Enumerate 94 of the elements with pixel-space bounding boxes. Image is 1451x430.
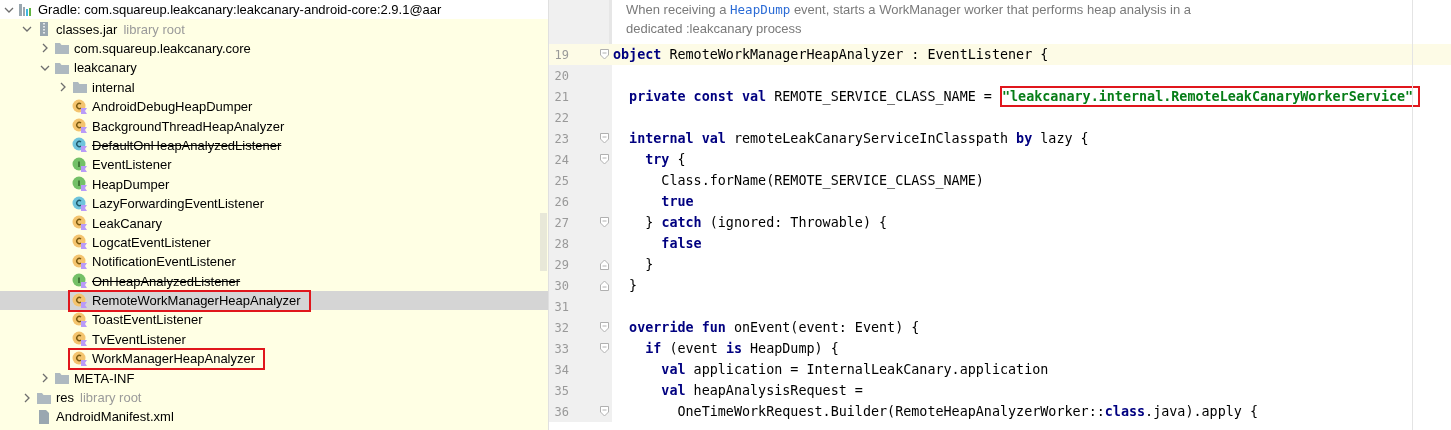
class-icon (72, 350, 88, 367)
code-line: try { (644, 152, 686, 167)
fold-icon[interactable] (600, 49, 609, 60)
code-line: val application = InternalLeakCanary.application (660, 362, 1049, 377)
code-line: override fun onEvent(event: Event) { (628, 320, 920, 335)
folder-icon (36, 390, 52, 405)
tree-item[interactable]: EventListener (92, 157, 172, 173)
class-icon (72, 253, 88, 270)
folder-icon (54, 371, 70, 386)
line-number: 33 (553, 341, 569, 356)
fold-icon[interactable] (600, 154, 609, 165)
fold-icon[interactable] (600, 217, 609, 228)
line-number: 28 (553, 236, 569, 251)
chevron-icon[interactable] (40, 43, 50, 54)
tree-item[interactable]: DefaultOnHeapAnalyzedListener (92, 137, 282, 153)
line-number: 25 (553, 173, 569, 188)
fold-icon[interactable] (600, 322, 609, 333)
file-icon (36, 409, 52, 424)
tree-item[interactable]: TvEventListener (92, 331, 186, 347)
code-line: if (event is HeapDump) { (644, 341, 839, 356)
tree-item[interactable]: LeakCanary (92, 215, 163, 231)
scrollbar-thumb[interactable] (540, 213, 547, 271)
tree-item[interactable]: classes.jar (56, 21, 118, 37)
code-line: true (660, 194, 694, 209)
tree-item[interactable]: LogcatEventListener (92, 234, 211, 250)
class-icon (72, 292, 88, 309)
class-icon (72, 311, 88, 328)
folder-icon (54, 60, 70, 75)
tree-item[interactable]: RemoteWorkManagerHeapAnalyzer (92, 293, 301, 309)
highlighted-string: "leakcanary.internal.RemoteLeakCanaryWorkerService" (1000, 86, 1421, 107)
tree-item[interactable]: WorkManagerHeapAnalyzer (92, 351, 256, 367)
folder-icon (72, 80, 88, 95)
code-line: false (660, 236, 702, 251)
code-line: OneTimeWorkRequest.Builder(RemoteHeapAnalyzerWorker::class.java).apply { (676, 404, 1258, 419)
code-line: object RemoteWorkManagerHeapAnalyzer : EventListener { (613, 47, 1049, 62)
line-number: 35 (553, 383, 569, 398)
class-icon (72, 98, 88, 115)
tree-item[interactable]: OnHeapAnalyzedListener (92, 273, 241, 289)
tree-item[interactable]: com.squareup.leakcanary.core (74, 41, 251, 56)
line-number: 36 (553, 404, 569, 419)
tree-item[interactable]: LazyForwardingEventListener (92, 196, 264, 212)
line-number: 22 (553, 110, 569, 125)
selected-row[interactable]: RemoteWorkManagerHeapAnalyzer (0, 290, 548, 311)
line-number: 29 (553, 257, 569, 272)
class-icon (72, 331, 88, 348)
line-number: 19 (553, 47, 569, 62)
tree-item[interactable]: BackgroundThreadHeapAnalyzer (92, 118, 285, 134)
tree-item[interactable]: HeapDumper (92, 176, 170, 192)
chevron-icon[interactable] (58, 82, 68, 93)
tree-item[interactable]: res (56, 390, 75, 405)
fold-icon[interactable] (600, 280, 609, 291)
fold-icon[interactable] (600, 343, 609, 354)
class-icon (72, 118, 88, 135)
library-icon (18, 2, 34, 17)
class-icon (72, 176, 88, 193)
gutter-background (549, 0, 612, 44)
code-line: val heapAnalysisRequest = (660, 383, 863, 398)
code-line: } (628, 278, 638, 293)
folder-icon (54, 41, 70, 56)
line-number: 20 (553, 68, 569, 83)
line-number: 27 (553, 215, 569, 230)
chevron-icon[interactable] (22, 392, 32, 403)
fold-icon[interactable] (600, 133, 609, 144)
code-line: private const val REMOTE_SERVICE_CLASS_NAME = (628, 89, 993, 104)
class-icon (72, 156, 88, 173)
line-number: 24 (553, 152, 569, 167)
line-number: 21 (553, 89, 569, 104)
class-icon (72, 195, 88, 212)
class-icon (72, 234, 88, 251)
line-number: 23 (553, 131, 569, 146)
item-hint: library root (80, 390, 142, 405)
tree-item[interactable]: AndroidManifest.xml (56, 409, 174, 425)
class-icon (72, 215, 88, 231)
fold-icon[interactable] (600, 259, 609, 270)
tree-item[interactable]: ToastEventListener (92, 312, 203, 328)
code-line: } catch (ignored: Throwable) { (644, 215, 888, 230)
line-number: 31 (553, 299, 569, 314)
line-number: 26 (553, 194, 569, 209)
code-line: Class.forName(REMOTE_SERVICE_CLASS_NAME) (660, 173, 984, 188)
line-number: 34 (553, 362, 569, 377)
line-number: 32 (553, 320, 569, 335)
tree-item[interactable]: leakcanary (74, 60, 137, 76)
fold-icon[interactable] (600, 406, 609, 417)
tree-item[interactable]: META-INF (74, 370, 135, 386)
class-icon (72, 137, 88, 154)
tree-item[interactable]: NotificationEventListener (92, 254, 236, 270)
tree-item[interactable]: internal (92, 79, 135, 95)
code-line: } (644, 257, 654, 272)
tree-item[interactable]: AndroidDebugHeapDumper (92, 99, 253, 115)
item-hint: library root (123, 21, 185, 37)
class-icon (72, 273, 88, 290)
code-line: internal val remoteLeakCanaryServiceInClasspath by lazy { (628, 131, 1089, 146)
line-number: 30 (553, 278, 569, 293)
chevron-icon[interactable] (40, 373, 50, 384)
